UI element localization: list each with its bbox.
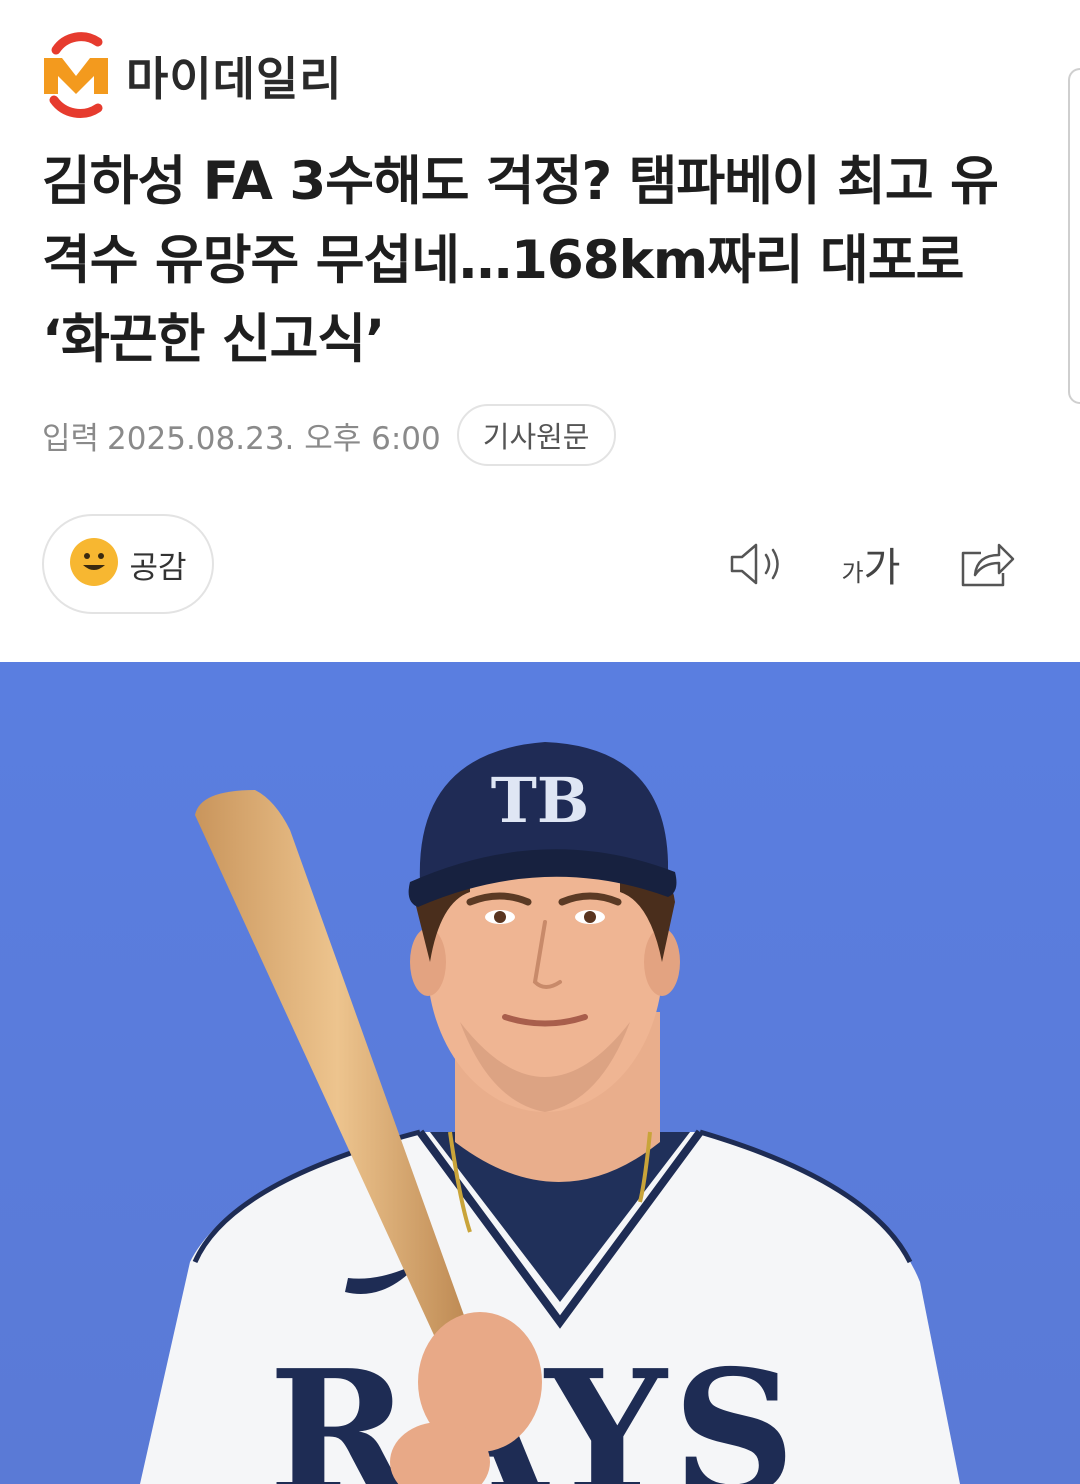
article-photo: TB RAYS [0, 662, 1080, 1484]
cap-logo: TB [491, 764, 590, 837]
date-label: 입력 [42, 420, 100, 457]
original-article-button[interactable]: 기사원문 [456, 404, 616, 466]
original-article-label: 기사원문 [482, 420, 590, 454]
speaker-icon[interactable] [728, 536, 786, 592]
smiley-icon [69, 537, 119, 591]
share-icon[interactable] [958, 536, 1016, 592]
empathy-label: 공감 [129, 549, 187, 586]
article-meta: 입력 2025.08.23. 오후 6:00 기사원문 [42, 404, 616, 466]
published-date: 2025.08.23. 오후 6:00 [107, 420, 441, 457]
font-size-icon[interactable]: 가 가 [838, 536, 904, 592]
font-size-small-glyph: 가 [841, 558, 864, 587]
empathy-button[interactable]: 공감 [42, 514, 214, 614]
site-header: 마이데일리 [40, 28, 343, 124]
brand-name[interactable]: 마이데일리 [126, 43, 343, 109]
font-size-large-glyph: 가 [863, 545, 901, 591]
scroll-edge-indicator [1068, 68, 1080, 404]
article-headline: 김하성 FA 3수해도 걱정? 탬파베이 최고 유격수 유망주 무섭네…168k… [42, 151, 999, 370]
mydaily-logo-icon[interactable] [40, 28, 112, 124]
